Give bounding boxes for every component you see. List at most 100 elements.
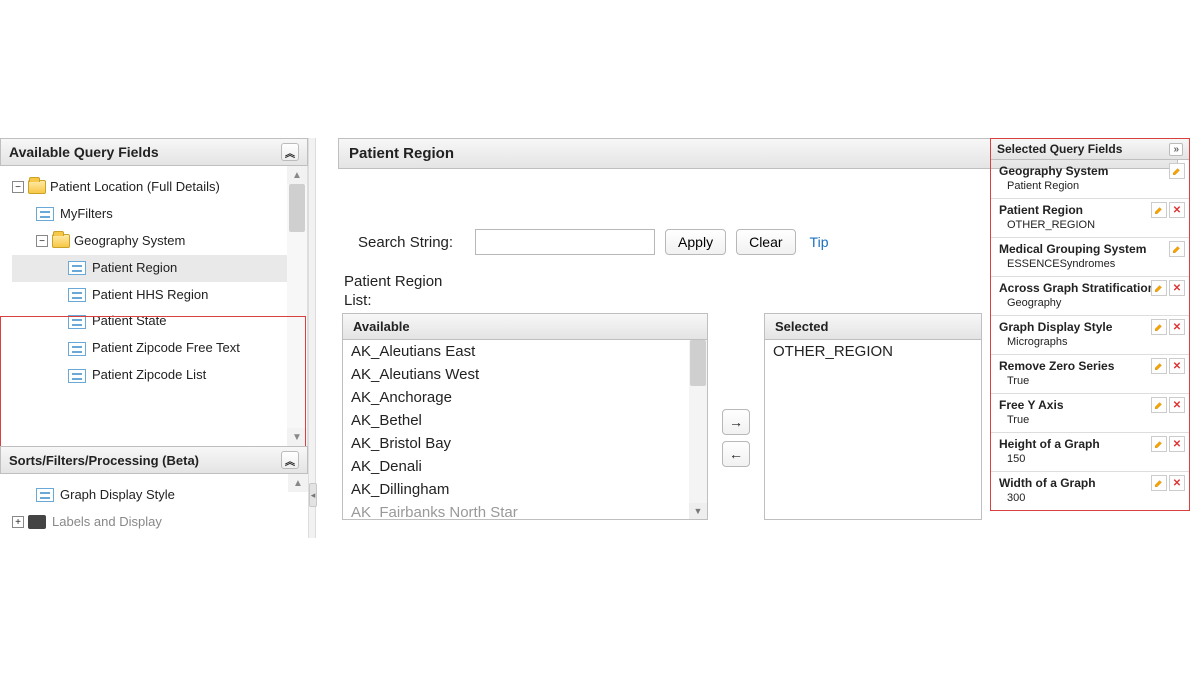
tree-scroll: ▲ ▼ − Patient Location (Full Details) My… bbox=[0, 166, 308, 446]
apply-button[interactable]: Apply bbox=[665, 229, 726, 255]
list-item[interactable]: AK_Fairbanks North Star bbox=[343, 501, 707, 520]
collapse-icon[interactable]: ︽ bbox=[281, 143, 299, 161]
remove-icon[interactable]: ✕ bbox=[1169, 358, 1185, 374]
list-item[interactable]: AK_Denali bbox=[343, 455, 707, 478]
field-icon bbox=[36, 488, 54, 502]
scroll-up-icon[interactable]: ▲ bbox=[287, 166, 307, 184]
selected-field-value: 300 bbox=[999, 492, 1183, 504]
tree-item-patient-state[interactable]: Patient State bbox=[12, 308, 307, 335]
selected-list[interactable]: OTHER_REGION bbox=[764, 340, 982, 520]
selected-field-value: True bbox=[999, 414, 1183, 426]
minus-icon[interactable]: − bbox=[12, 181, 24, 193]
tree-label: Patient HHS Region bbox=[92, 287, 208, 304]
splitter-handle-icon[interactable]: ◂ bbox=[309, 483, 317, 507]
selected-field-value: Geography bbox=[999, 297, 1183, 309]
selected-field-value: ESSENCESyndromes bbox=[999, 258, 1183, 270]
scroll-up-icon[interactable]: ▲ bbox=[288, 474, 308, 492]
tree-label: Patient Location (Full Details) bbox=[50, 179, 220, 196]
selected-fields-list: Geography System Patient RegionPatient Re… bbox=[991, 160, 1189, 510]
field-icon bbox=[36, 207, 54, 221]
splitter[interactable]: ◂ bbox=[308, 138, 316, 538]
selected-query-fields-panel: Selected Query Fields » Geography System… bbox=[990, 138, 1190, 511]
pencil-icon[interactable] bbox=[1151, 397, 1167, 413]
sorts-filters-header[interactable]: Sorts/Filters/Processing (Beta) ︽ bbox=[0, 446, 308, 474]
selected-field-item: Free Y AxisTrue✕ bbox=[991, 393, 1189, 432]
remove-icon[interactable]: ✕ bbox=[1169, 397, 1185, 413]
list-item[interactable]: AK_Dillingham bbox=[343, 478, 707, 501]
expand-icon[interactable]: » bbox=[1169, 143, 1183, 156]
selected-field-title: Medical Grouping System bbox=[999, 242, 1183, 256]
tree-item-patient-hhs-region[interactable]: Patient HHS Region bbox=[12, 282, 307, 309]
tree-label: Patient Region bbox=[92, 260, 177, 277]
clear-button[interactable]: Clear bbox=[736, 229, 795, 255]
remove-icon[interactable]: ✕ bbox=[1169, 475, 1185, 491]
move-right-button[interactable]: → bbox=[722, 409, 750, 435]
pencil-icon[interactable] bbox=[1151, 202, 1167, 218]
tree-label: Graph Display Style bbox=[60, 487, 175, 504]
plus-icon[interactable]: + bbox=[12, 516, 24, 528]
remove-icon[interactable]: ✕ bbox=[1169, 436, 1185, 452]
tree-item-patient-zipcode-free-text[interactable]: Patient Zipcode Free Text bbox=[12, 335, 307, 362]
tree-root-patient-location[interactable]: − Patient Location (Full Details) bbox=[12, 174, 307, 201]
minus-icon[interactable]: − bbox=[36, 235, 48, 247]
tree-label: Patient Zipcode List bbox=[92, 367, 206, 384]
remove-icon[interactable]: ✕ bbox=[1169, 319, 1185, 335]
list-item[interactable]: AK_Bristol Bay bbox=[343, 432, 707, 455]
tree-item-geography-system[interactable]: − Geography System bbox=[12, 228, 307, 255]
field-icon bbox=[68, 288, 86, 302]
tree-item-patient-zipcode-list[interactable]: Patient Zipcode List bbox=[12, 362, 307, 389]
list-scroll-track[interactable] bbox=[689, 340, 707, 519]
pencil-icon[interactable] bbox=[1151, 280, 1167, 296]
pencil-icon[interactable] bbox=[1151, 358, 1167, 374]
list-item[interactable]: AK_Aleutians West bbox=[343, 363, 707, 386]
pencil-icon[interactable] bbox=[1151, 436, 1167, 452]
available-fields-title: Available Query Fields bbox=[9, 144, 159, 160]
tree-item-labels-and-display[interactable]: + Labels and Display bbox=[12, 509, 308, 536]
scroll-track[interactable] bbox=[287, 184, 307, 428]
list-item[interactable]: AK_Aleutians East bbox=[343, 340, 707, 363]
list-item[interactable]: AK_Anchorage bbox=[343, 386, 707, 409]
pencil-icon[interactable] bbox=[1169, 163, 1185, 179]
pencil-icon[interactable] bbox=[1151, 475, 1167, 491]
collapse-icon[interactable]: ︽ bbox=[281, 451, 299, 469]
pencil-icon[interactable] bbox=[1151, 319, 1167, 335]
tree-label: Patient State bbox=[92, 313, 166, 330]
field-icon bbox=[68, 342, 86, 356]
sorts-tree: Graph Display Style + Labels and Display bbox=[0, 474, 308, 536]
list-scroll-thumb[interactable] bbox=[690, 340, 706, 386]
tree-item-myfilters[interactable]: MyFilters bbox=[12, 201, 307, 228]
scroll-down-icon[interactable]: ▼ bbox=[287, 428, 307, 446]
search-row: Search String: Apply Clear Tip bbox=[340, 229, 984, 255]
selected-listbox: Selected OTHER_REGION bbox=[764, 313, 982, 520]
available-list[interactable]: AK_Aleutians East AK_Aleutians West AK_A… bbox=[342, 340, 708, 520]
list-label: Patient Region List: bbox=[342, 273, 984, 311]
tree-label: MyFilters bbox=[60, 206, 113, 223]
selected-field-item: Across Graph StratificationGeography✕ bbox=[991, 276, 1189, 315]
tree-item-patient-region[interactable]: Patient Region bbox=[12, 255, 307, 282]
search-input[interactable] bbox=[475, 229, 655, 255]
available-list-header: Available bbox=[342, 313, 708, 340]
pencil-icon[interactable] bbox=[1169, 241, 1185, 257]
selected-field-title: Geography System bbox=[999, 164, 1183, 178]
selected-field-value: Micrographs bbox=[999, 336, 1183, 348]
tree-item-graph-display-style[interactable]: Graph Display Style bbox=[12, 482, 308, 509]
scroll-thumb[interactable] bbox=[289, 184, 305, 232]
available-query-fields-panel: Available Query Fields ︽ ▲ ▼ − Patient L… bbox=[0, 138, 308, 538]
tip-link[interactable]: Tip bbox=[810, 234, 829, 250]
list-item[interactable]: OTHER_REGION bbox=[765, 340, 981, 363]
remove-icon[interactable]: ✕ bbox=[1169, 202, 1185, 218]
move-left-button[interactable]: ← bbox=[722, 441, 750, 467]
field-icon bbox=[68, 315, 86, 329]
search-label: Search String: bbox=[358, 234, 453, 251]
list-scroll-down-icon[interactable]: ▼ bbox=[689, 503, 707, 519]
list-item[interactable]: AK_Bethel bbox=[343, 409, 707, 432]
selected-field-value: True bbox=[999, 375, 1183, 387]
selected-field-item: Geography System Patient Region bbox=[991, 160, 1189, 198]
list-area: Patient Region List: Available AK_Aleuti… bbox=[340, 273, 984, 520]
selected-field-value: Patient Region bbox=[999, 180, 1183, 192]
folder-icon bbox=[52, 234, 70, 248]
selected-list-header: Selected bbox=[764, 313, 982, 340]
remove-icon[interactable]: ✕ bbox=[1169, 280, 1185, 296]
selected-fields-title: Selected Query Fields bbox=[997, 142, 1122, 156]
selected-field-item: Remove Zero SeriesTrue✕ bbox=[991, 354, 1189, 393]
